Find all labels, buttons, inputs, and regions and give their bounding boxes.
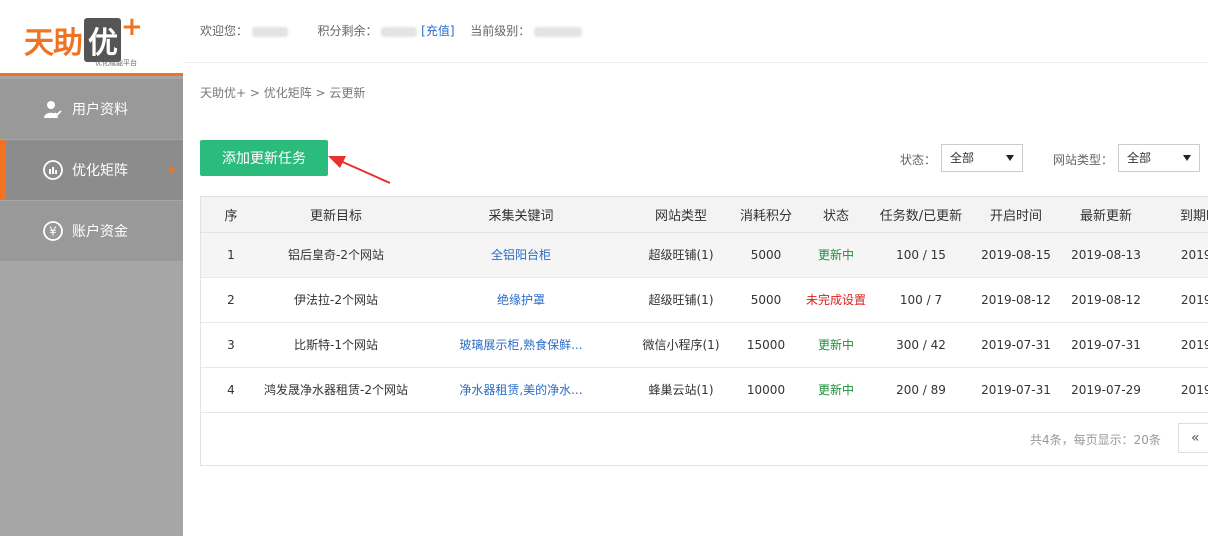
site-type-filter-label: 网站类型： [1053,153,1114,167]
cell-keywords-link[interactable]: 全铝阳台柜 [411,232,631,278]
col-header-points: 消耗积分 [731,197,801,233]
cell-index: 4 [201,367,261,413]
sidebar-item-label: 用户资料 [72,102,128,118]
cell-latest: 2019-07-31 [1061,322,1151,368]
cell-status: 更新中 [801,232,871,278]
sidebar-item-label: 优化矩阵 [72,163,128,179]
breadcrumb: 天助优+ > 优化矩阵 > 云更新 [200,86,366,100]
table-header-row: 序 更新目标 采集关键词 网站类型 消耗积分 状态 任务数/已更新 开启时间 最… [201,197,1208,233]
cell-expire: 2019-08 [1151,367,1208,413]
pagination-prev-button[interactable]: « [1178,423,1208,453]
cell-start: 2019-08-15 [971,232,1061,278]
cell-points: 5000 [731,277,801,323]
col-header-latest: 最新更新 [1061,197,1151,233]
table-row[interactable]: 2 伊法拉-2个网站 绝缘护罩 超级旺铺(1) 5000 未完成设置 100 /… [201,277,1208,323]
col-header-target: 更新目标 [261,197,411,233]
cell-site-type: 超级旺铺(1) [631,232,731,278]
cell-latest: 2019-07-29 [1061,367,1151,413]
recharge-link[interactable]: [充值] [421,24,454,38]
level-redacted [534,26,583,37]
cell-start: 2019-07-31 [971,367,1061,413]
cell-target: 鸿发晟净水器租赁-2个网站 [261,367,411,413]
cell-tasks: 300 / 42 [871,322,971,368]
cell-start: 2019-07-31 [971,322,1061,368]
user-info-bar: 欢迎您： 积分剩余： [充值] 当前级别： [200,22,583,39]
cell-status: 更新中 [801,322,871,368]
cell-tasks: 200 / 89 [871,367,971,413]
table-row[interactable]: 1 铝后皇奇-2个网站 全铝阳台柜 超级旺铺(1) 5000 更新中 100 /… [201,232,1208,278]
cell-expire: 2019-09 [1151,232,1208,278]
username-redacted [251,26,288,37]
cell-latest: 2019-08-13 [1061,232,1151,278]
user-check-icon [42,98,64,120]
logo-tagline: 优化赋能平台 [95,59,137,67]
cell-site-type: 微信小程序(1) [631,322,731,368]
cell-expire: 2019-08 [1151,322,1208,368]
cell-index: 2 [201,277,261,323]
col-header-keywords: 采集关键词 [411,197,631,233]
cell-index: 1 [201,232,261,278]
cell-target: 伊法拉-2个网站 [261,277,411,323]
cell-tasks: 100 / 7 [871,277,971,323]
col-header-site-type: 网站类型 [631,197,731,233]
cell-status: 更新中 [801,367,871,413]
cell-target: 铝后皇奇-2个网站 [261,232,411,278]
col-header-start: 开启时间 [971,197,1061,233]
yen-circle-icon: ¥ [42,220,64,242]
sidebar-item-optimization-matrix[interactable]: 优化矩阵 [0,140,183,200]
cell-tasks: 100 / 15 [871,232,971,278]
logo-text: 天助优 + [24,12,143,62]
site-type-select-value: 全部 [1127,151,1152,165]
col-header-status: 状态 [801,197,871,233]
caret-right-icon [170,166,175,174]
points-redacted [381,26,418,37]
table-row[interactable]: 4 鸿发晟净水器租赁-2个网站 净水器租赁,美的净水... 蜂巢云站(1) 10… [201,367,1208,413]
cell-keywords-link[interactable]: 绝缘护罩 [411,277,631,323]
logo[interactable]: 天助优 + 优化赋能平台 [0,0,183,76]
chevron-down-icon [1183,155,1191,161]
chevron-down-icon [1006,155,1014,161]
table-row[interactable]: 3 比斯特-1个网站 玻璃展示柜,熟食保鲜... 微信小程序(1) 15000 … [201,322,1208,368]
cell-keywords-link[interactable]: 净水器租赁,美的净水... [411,367,631,413]
status-select-value: 全部 [950,151,975,165]
svg-text:¥: ¥ [49,225,57,239]
cell-start: 2019-08-12 [971,277,1061,323]
cell-index: 3 [201,322,261,368]
cell-points: 5000 [731,232,801,278]
sidebar-item-account-funds[interactable]: ¥ 账户资金 [0,201,183,261]
cell-keywords-link[interactable]: 玻璃展示柜,熟食保鲜... [411,322,631,368]
task-table: 序 更新目标 采集关键词 网站类型 消耗积分 状态 任务数/已更新 开启时间 最… [200,196,1208,466]
col-header-tasks: 任务数/已更新 [871,197,971,233]
status-filter-label: 状态： [900,153,937,167]
sidebar-item-user-profile[interactable]: 用户资料 [0,79,183,139]
cell-latest: 2019-08-12 [1061,277,1151,323]
divider [183,62,1208,63]
welcome-label: 欢迎您： [200,24,249,38]
sidebar-item-label: 账户资金 [72,224,128,240]
cell-target: 比斯特-1个网站 [261,322,411,368]
cell-site-type: 超级旺铺(1) [631,277,731,323]
status-select[interactable]: 全部 [941,144,1023,172]
cell-site-type: 蜂巢云站(1) [631,367,731,413]
level-label: 当前级别： [470,24,531,38]
cell-points: 10000 [731,367,801,413]
cell-expire: 2019-11 [1151,277,1208,323]
site-type-select[interactable]: 全部 [1118,144,1200,172]
col-header-expire: 到期时间 [1151,197,1208,233]
cell-status: 未完成设置 [801,277,871,323]
col-header-index: 序 [201,197,261,233]
pagination-info: 共4条，每页显示：20条 [1030,433,1161,447]
pointer-arrow-icon [328,156,391,184]
refresh-chart-icon [42,159,64,181]
add-update-task-button[interactable]: 添加更新任务 [200,140,328,176]
cell-points: 15000 [731,322,801,368]
points-label: 积分剩余： [317,24,378,38]
sidebar: 天助优 + 优化赋能平台 用户资料 优化矩阵 ¥ 账户资金 [0,0,183,536]
